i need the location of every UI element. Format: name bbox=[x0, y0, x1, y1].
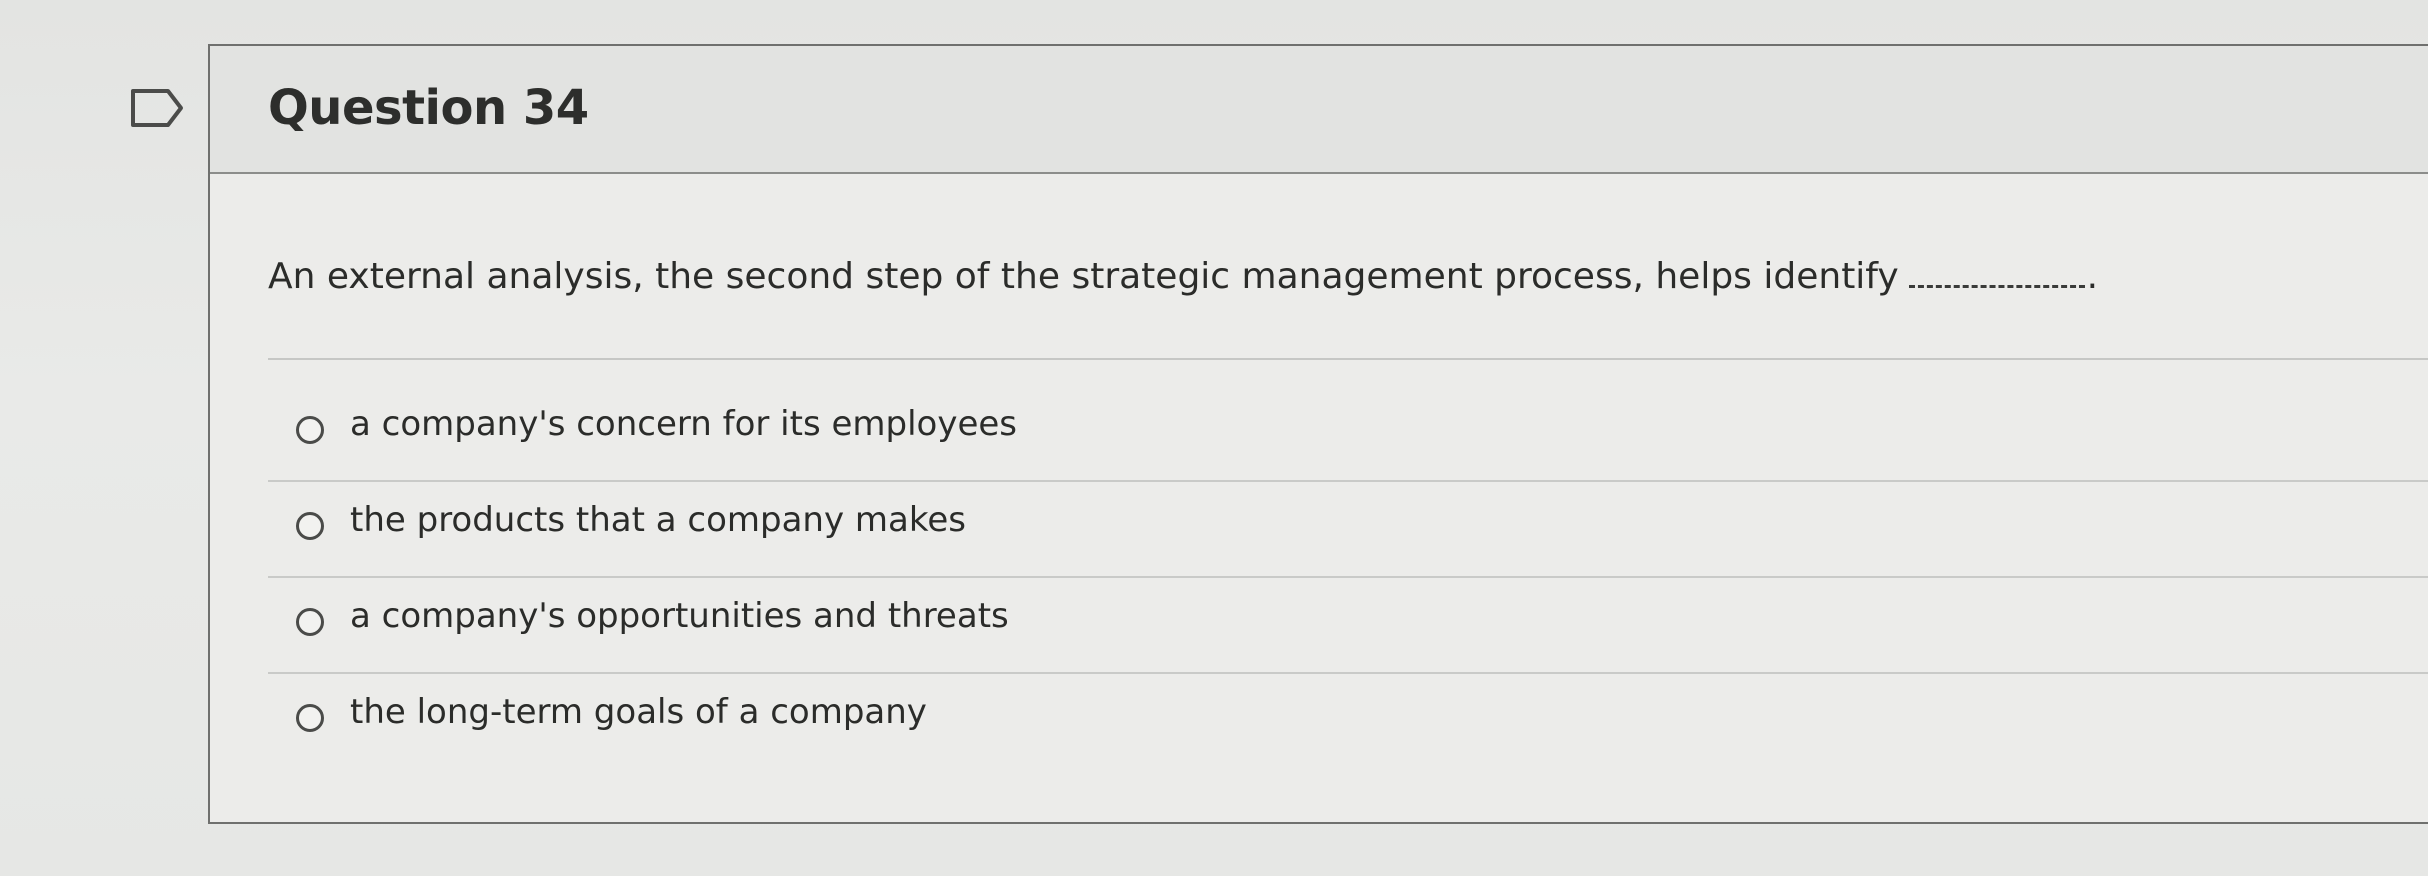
radio-button[interactable] bbox=[296, 704, 324, 732]
blank-period: . bbox=[2086, 256, 2099, 297]
answer-blank bbox=[1908, 285, 2085, 288]
answer-list: a company's concern for its employees th… bbox=[268, 386, 2428, 770]
question-divider bbox=[268, 358, 2428, 360]
answer-label[interactable]: the long-term goals of a company bbox=[350, 692, 927, 732]
question-prompt: An external analysis, the second step of… bbox=[268, 256, 1899, 297]
answer-option-1[interactable]: a company's concern for its employees bbox=[268, 386, 2428, 482]
answer-option-3[interactable]: a company's opportunities and threats bbox=[268, 578, 2428, 674]
flag-question-icon[interactable] bbox=[130, 88, 184, 128]
radio-button[interactable] bbox=[296, 608, 324, 636]
radio-button[interactable] bbox=[296, 416, 324, 444]
question-title: Question 34 bbox=[268, 80, 589, 136]
answer-label[interactable]: the products that a company makes bbox=[350, 500, 966, 540]
answer-option-2[interactable]: the products that a company makes bbox=[268, 482, 2428, 578]
question-card: Question 34 An external analysis, the se… bbox=[208, 44, 2428, 824]
question-header: Question 34 bbox=[210, 46, 2428, 174]
quiz-page: Question 34 An external analysis, the se… bbox=[0, 0, 2428, 876]
answer-label[interactable]: a company's concern for its employees bbox=[350, 404, 1017, 444]
question-text-block: An external analysis, the second step of… bbox=[268, 256, 2098, 297]
radio-button[interactable] bbox=[296, 512, 324, 540]
answer-label[interactable]: a company's opportunities and threats bbox=[350, 596, 1009, 636]
answer-option-4[interactable]: the long-term goals of a company bbox=[268, 674, 2428, 770]
